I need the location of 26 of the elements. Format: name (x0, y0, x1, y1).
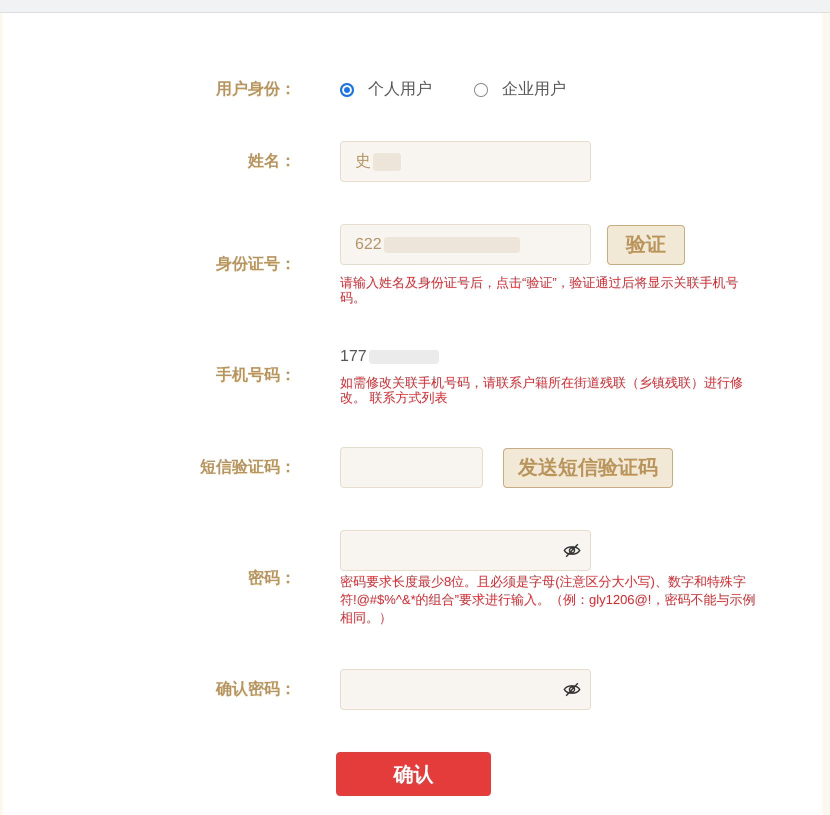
field-label: 短信验证码： (200, 458, 296, 476)
field-label: 手机号码： (216, 367, 296, 385)
radio-button[interactable] (474, 83, 488, 97)
field-label: 用户身份： (216, 81, 296, 99)
field-label: 确认密码： (216, 680, 296, 698)
eye-slash-icon[interactable] (563, 682, 581, 697)
radio-label[interactable]: 个人用户 (368, 81, 432, 99)
password-field[interactable] (340, 669, 591, 710)
submit-button[interactable]: 确认 (336, 752, 491, 796)
hint-text: 密码要求长度最少8位。且必须是字母(注意区分大小写)、数字和特殊字符!@#$%^&*的组合”要求进行输入。（例：gly1206@!，密码不能与示例相同。） (340, 573, 756, 627)
radio-label[interactable]: 企业用户 (502, 81, 566, 99)
input-field[interactable] (340, 447, 483, 488)
eye-slash-icon[interactable] (563, 543, 581, 558)
send-code-button[interactable]: 发送短信验证码 (503, 448, 673, 488)
password-field[interactable] (340, 530, 591, 571)
input-field[interactable]: 史 (340, 141, 591, 182)
hint-text: 如需修改关联手机号码，请联系户籍所在街道残联（乡镇残联）进行修改。 联系方式列表 (340, 375, 744, 405)
radio-button[interactable] (340, 83, 354, 97)
contact-list-link[interactable]: 联系方式列表 (370, 390, 448, 405)
phone-number-text: 177 (340, 347, 367, 367)
verify-button[interactable]: 验证 (607, 224, 685, 264)
field-label: 身份证号： (216, 256, 296, 274)
field-label: 密码： (248, 570, 296, 588)
hint-text: 请输入姓名及身份证号后，点击“验证”，验证通过后将显示关联手机号码。 (340, 275, 740, 305)
input-field[interactable]: 622 (340, 224, 591, 265)
field-label: 姓名： (248, 152, 296, 170)
